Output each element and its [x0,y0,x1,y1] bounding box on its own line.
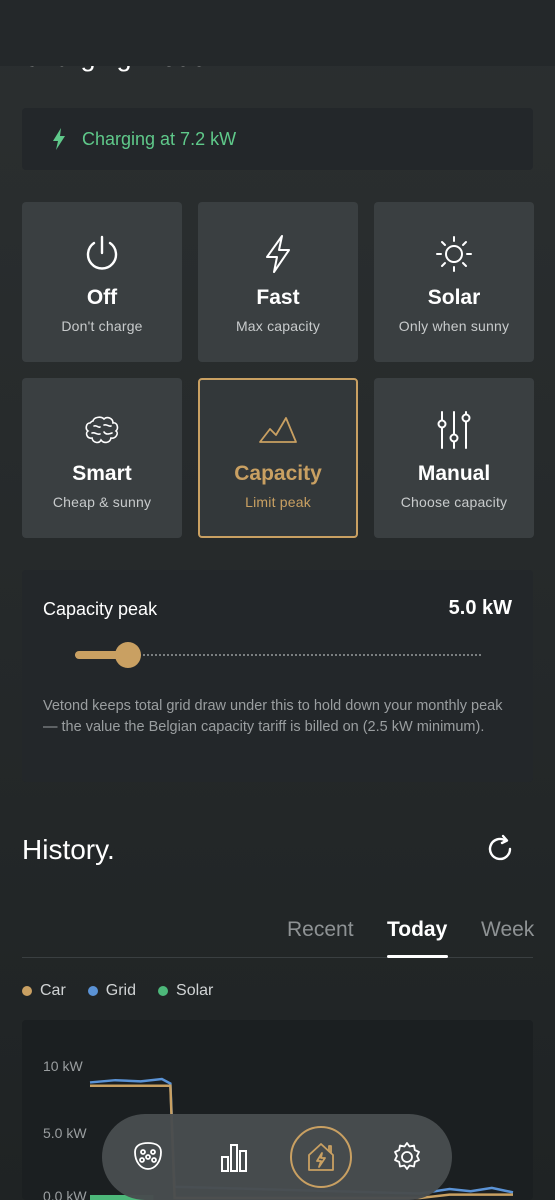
mode-manual-button[interactable]: Manual Choose capacity [374,378,534,538]
legend-dot [87,986,98,996]
tab-recent[interactable]: Recent [287,918,354,942]
nav-charger[interactable] [128,1137,168,1177]
mode-off-button[interactable]: Off Don't charge [22,202,182,362]
legend-label: Grid [105,982,137,999]
legend-item-car: Car [22,982,66,1000]
mode-subtitle: Limit peak [245,494,311,510]
tab-today[interactable]: Today [387,918,447,942]
capacity-peak-card: Capacity peak 5.0 kW Vetond keeps total … [22,570,533,782]
bolt-icon [256,234,300,274]
mode-title: Manual [417,462,491,485]
mode-subtitle: Choose capacity [400,494,508,510]
bottom-nav [102,1114,452,1200]
sun-icon [432,234,476,274]
charging-status-card: Charging at 7.2 kW [22,108,533,170]
history-tabs: Recent Today Week [22,910,534,958]
nav-settings[interactable] [387,1137,427,1177]
mode-title: Fast [256,286,300,309]
ev-plug-icon [134,1142,162,1170]
legend-item-grid: Grid [87,982,137,1000]
mode-grid: Off Don't charge Fast Max capacity Solar… [22,202,534,538]
mode-subtitle: Cheap & sunny [52,494,152,510]
nav-home[interactable] [290,1126,352,1188]
home-charge-icon [308,1143,334,1171]
sliders-icon [432,410,476,450]
gear-icon [394,1142,420,1170]
tab-week[interactable]: Week [481,918,534,942]
mode-title: Solar [427,286,481,309]
mountain-peak-icon [256,410,300,450]
refresh-icon[interactable] [484,833,516,865]
mode-subtitle: Don't charge [61,318,143,334]
bar-chart-icon [221,1144,247,1172]
active-tab-indicator [387,955,448,958]
mode-solar-button[interactable]: Solar Only when sunny [374,202,534,362]
mode-title: Smart [72,462,132,485]
legend-dot [158,986,169,996]
bolt-icon [53,128,65,150]
capacity-peak-label: Capacity peak [43,599,158,619]
mode-subtitle: Only when sunny [398,318,510,334]
legend-item-solar: Solar [158,982,213,1000]
mode-capacity-button[interactable]: Capacity Limit peak [198,378,358,538]
capacity-peak-value: 5.0 kW [448,597,512,619]
legend-dot [22,986,32,996]
history-title: History. [22,834,115,865]
nav-statistics[interactable] [214,1137,254,1177]
mode-smart-button[interactable]: Smart Cheap & sunny [22,378,182,538]
legend-label: Car [40,982,66,999]
mode-title: Off [86,286,118,309]
mode-subtitle: Max capacity [235,318,321,334]
capacity-peak-slider[interactable] [75,642,481,668]
capacity-peak-description: Vetond keeps total grid draw under this … [43,698,503,735]
chart-legend: Car Grid Solar [22,982,235,1000]
mode-title: Capacity [234,462,322,485]
mode-fast-button[interactable]: Fast Max capacity [198,202,358,362]
top-bar [0,0,555,66]
slider-thumb[interactable] [114,642,141,668]
power-icon [80,234,124,274]
charging-status-text: Charging at 7.2 kW [82,128,237,149]
legend-label: Solar [176,982,214,999]
brain-icon [80,410,124,450]
